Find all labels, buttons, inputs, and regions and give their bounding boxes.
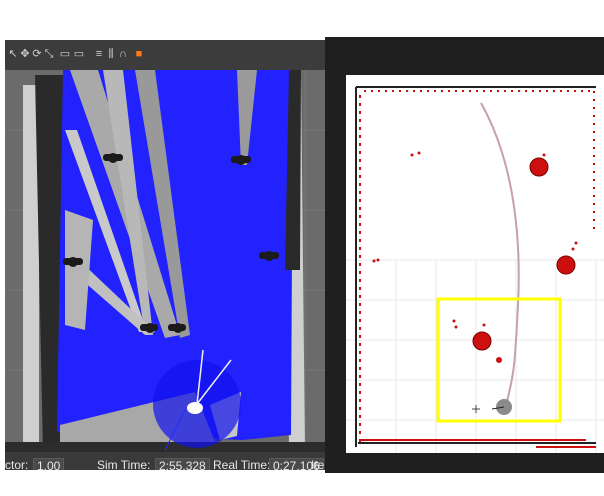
select-arrow-icon[interactable]: ↖ bbox=[7, 48, 19, 60]
simulation-scene[interactable] bbox=[5, 70, 325, 452]
copy-icon[interactable]: ≡ bbox=[93, 48, 105, 60]
factor-field: 1.00 bbox=[33, 458, 65, 470]
iterations-label: Ite bbox=[311, 458, 325, 470]
screenshot-icon[interactable]: ■ bbox=[133, 48, 145, 60]
map-view[interactable] bbox=[346, 75, 604, 453]
simulator-toolbar: ↖ ✥ ⟳ ⤡ ▭ ▭ ≡ ⫼ ∩ ■ bbox=[5, 40, 325, 71]
tracked-person-small bbox=[496, 357, 502, 363]
status-bar: ctor: 1.00 Sim Time: 2:55.328 Real Time:… bbox=[5, 452, 325, 470]
real-time-label: Real Time: bbox=[213, 458, 271, 470]
translate-icon[interactable]: ✥ bbox=[19, 48, 31, 60]
rotate-icon[interactable]: ⟳ bbox=[31, 48, 43, 60]
tracked-person[interactable] bbox=[472, 331, 492, 351]
tracked-person[interactable] bbox=[556, 255, 576, 275]
scale-icon[interactable]: ⤡ bbox=[43, 48, 55, 60]
factor-label: ctor: bbox=[5, 458, 29, 470]
sim-time-label: Sim Time: bbox=[97, 458, 151, 470]
robot[interactable] bbox=[187, 402, 203, 414]
tracked-person[interactable] bbox=[529, 157, 549, 177]
map-canvas bbox=[346, 75, 604, 453]
paste-icon[interactable]: ⫼ bbox=[105, 48, 117, 60]
bottom-floor-edge bbox=[5, 442, 325, 452]
undo-icon[interactable]: ▭ bbox=[59, 48, 71, 60]
redo-icon[interactable]: ▭ bbox=[73, 48, 85, 60]
magnet-icon[interactable]: ∩ bbox=[117, 48, 129, 60]
map-footer bbox=[325, 473, 604, 496]
scene-canvas bbox=[5, 70, 325, 452]
simulator-view: ↖ ✥ ⟳ ⤡ ▭ ▭ ≡ ⫼ ∩ ■ ctor: 1.00 Sim Time:… bbox=[5, 40, 325, 470]
sim-time-field: 2:55.328 bbox=[155, 458, 210, 470]
